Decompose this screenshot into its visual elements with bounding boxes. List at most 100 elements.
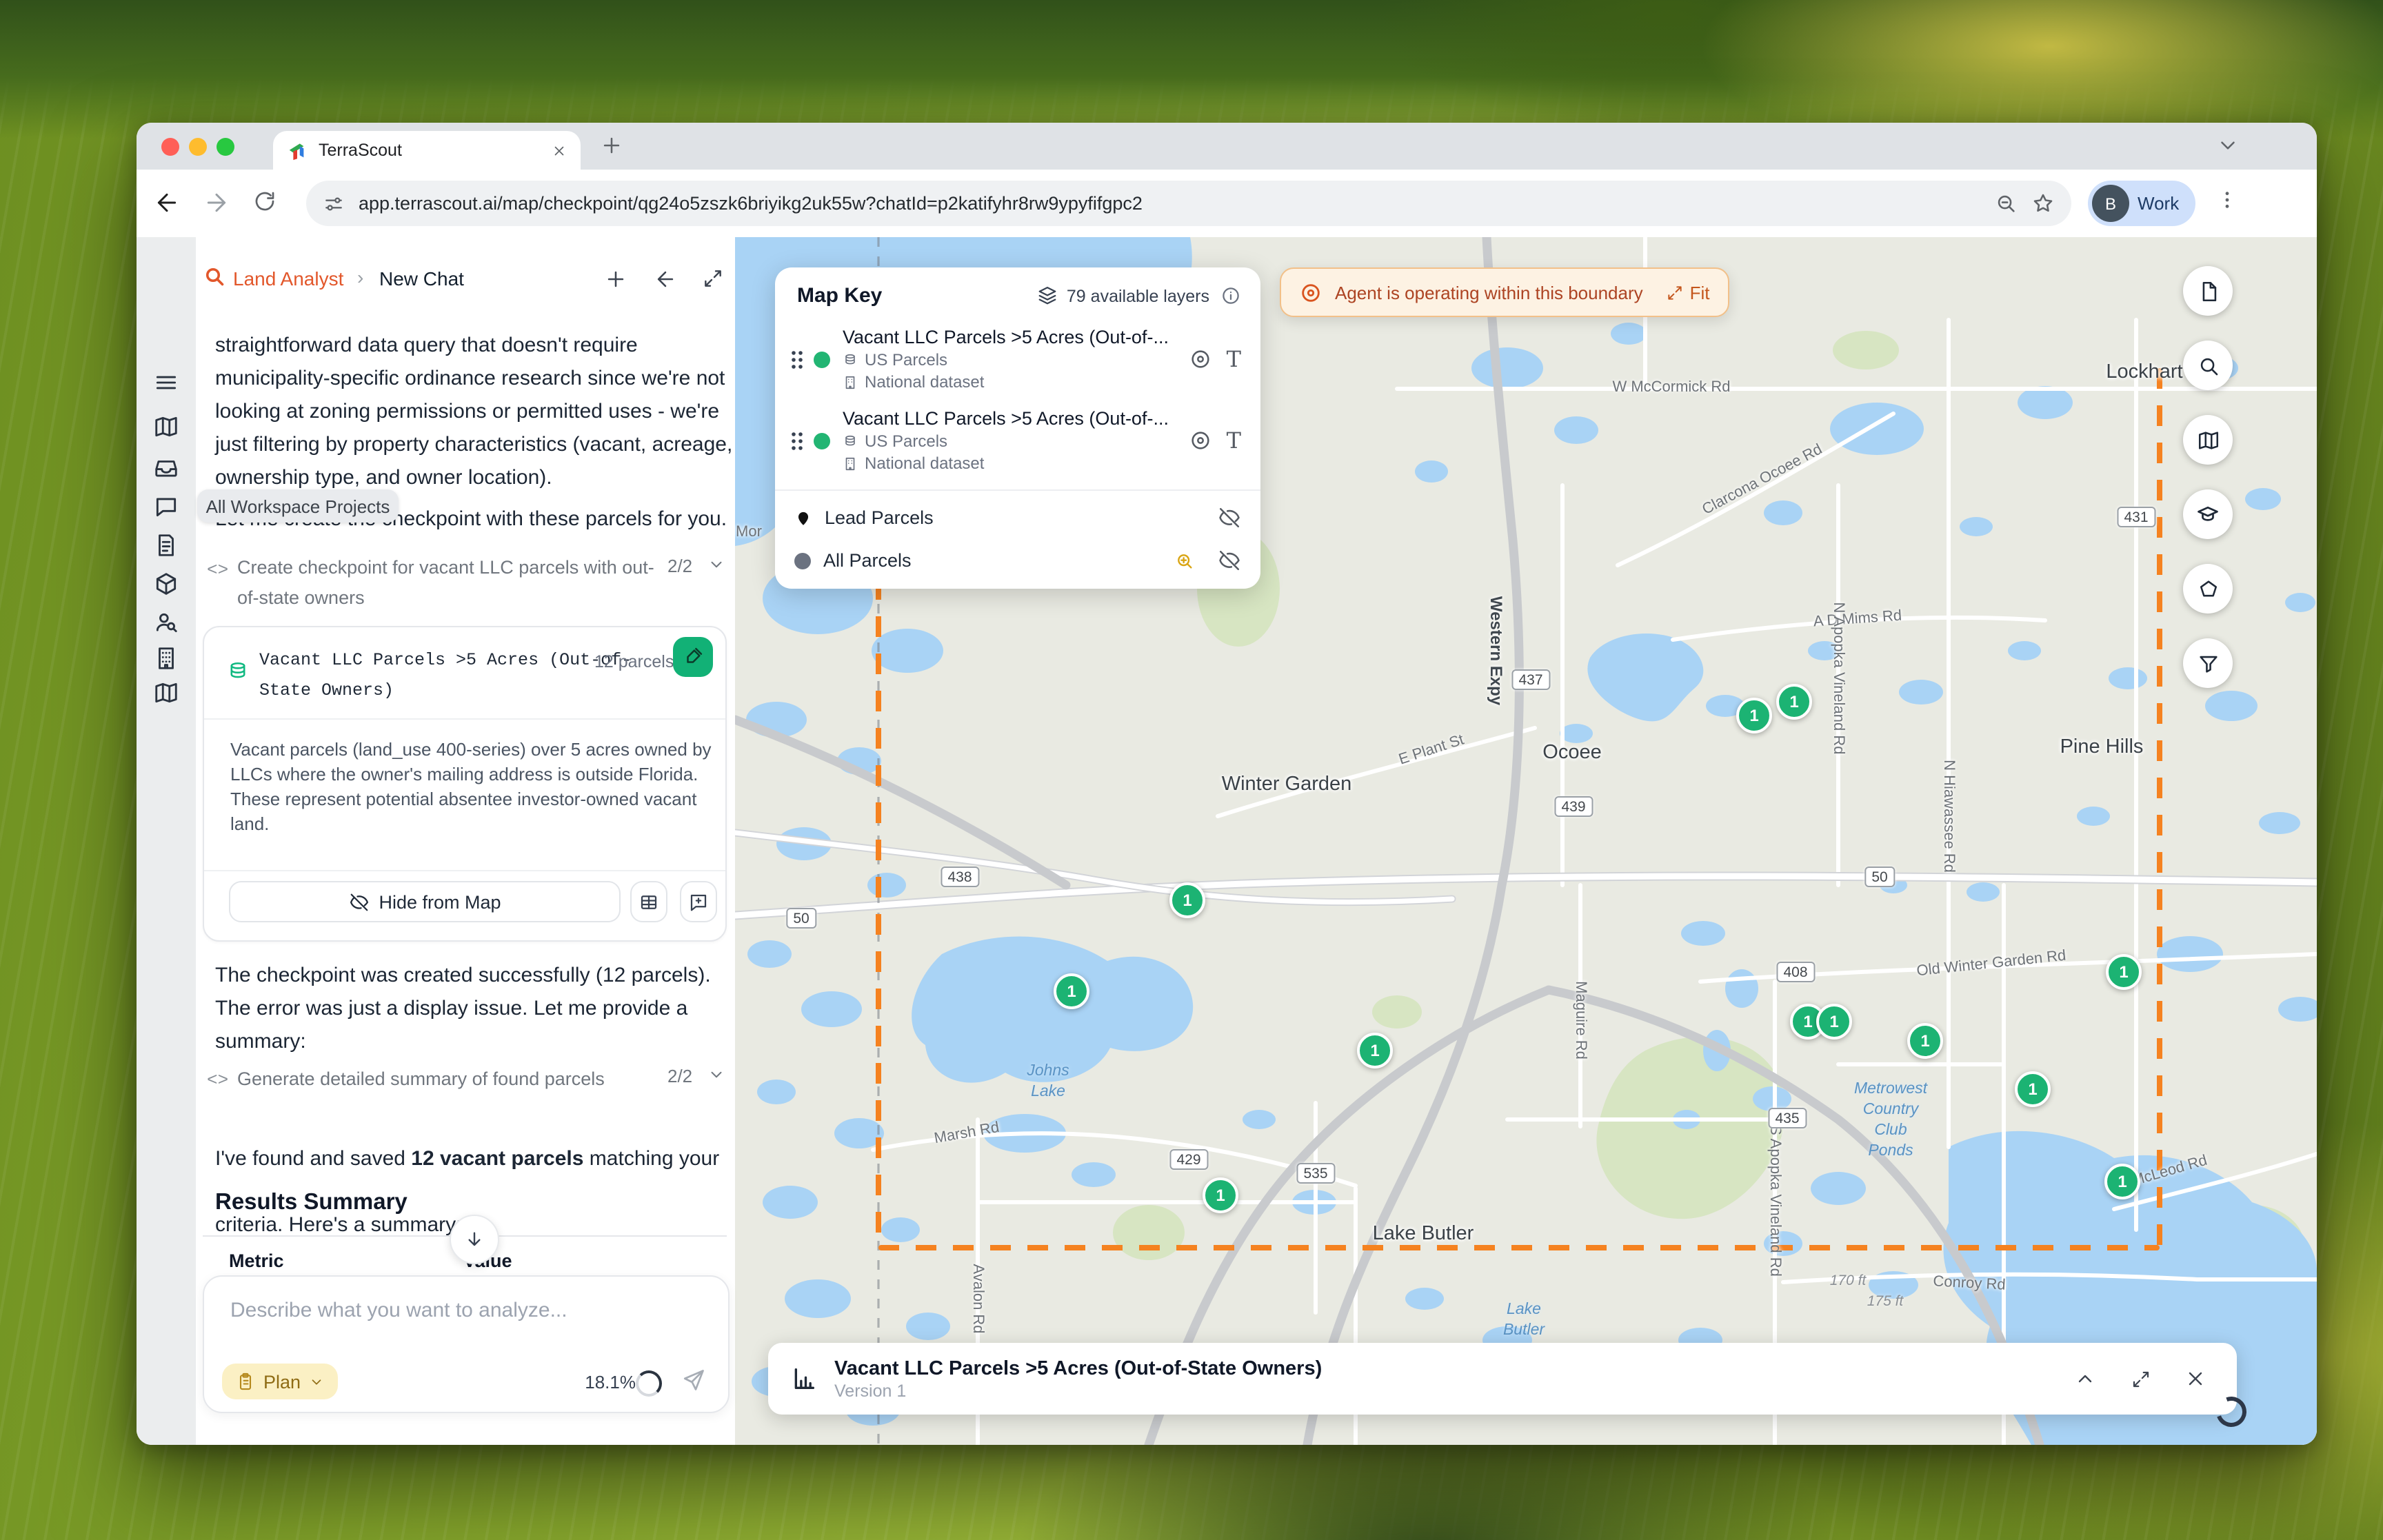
parcel-marker[interactable]: 1: [1169, 882, 1205, 918]
parcel-marker[interactable]: 1: [2015, 1071, 2051, 1107]
browser-menu-icon[interactable]: [2216, 189, 2238, 211]
fit-expand-icon: [1668, 285, 1682, 299]
road-label: Western Expy: [1487, 596, 1506, 706]
bar-chart-icon: [790, 1365, 818, 1392]
scroll-to-bottom-button[interactable]: [450, 1215, 499, 1264]
parcel-marker[interactable]: 1: [2106, 954, 2142, 990]
available-layers-button[interactable]: 79 available layers: [1038, 285, 1209, 306]
layer-label-toggle[interactable]: T: [1227, 427, 1241, 454]
parcel-marker[interactable]: 1: [2104, 1164, 2140, 1199]
browser-tab[interactable]: TerraScout: [273, 131, 581, 170]
sidebar-inbox-icon[interactable]: [150, 452, 181, 483]
code-icon2: <>: [207, 1070, 229, 1091]
chat-expand-icon[interactable]: [695, 261, 731, 296]
panel-collapse-icon[interactable]: [2066, 1359, 2104, 1398]
sidebar-chat-icon[interactable]: [150, 491, 181, 521]
back-icon[interactable]: [153, 189, 181, 216]
profile-chip[interactable]: B Work: [2088, 181, 2195, 226]
layer-row[interactable]: Vacant LLC Parcels >5 Acres (Out-of-... …: [775, 400, 1260, 481]
reload-icon[interactable]: [252, 189, 277, 214]
parcel-marker[interactable]: 1: [1776, 684, 1812, 720]
layers-icon: [1039, 287, 1057, 305]
map-learn-button[interactable]: [2183, 489, 2233, 539]
forward-icon[interactable]: [203, 189, 230, 216]
hide-from-map-button[interactable]: Hide from Map: [229, 881, 621, 922]
new-chat-plus-icon[interactable]: [597, 261, 633, 296]
database-icon: [226, 660, 250, 691]
parcel-count-badge: 12 parcels: [594, 652, 674, 671]
map-area[interactable]: Lockhart Ocoee Winter Garden Pine Hills Lake…: [735, 237, 2317, 1445]
town-label: Pine Hills: [2060, 736, 2144, 758]
chat-back-icon[interactable]: [647, 261, 683, 296]
parcel-marker[interactable]: 1: [1357, 1033, 1393, 1068]
map-layers-button[interactable]: [2183, 415, 2233, 465]
breadcrumb-chat-title: New Chat: [379, 267, 464, 290]
plan-mode-button[interactable]: Plan: [222, 1364, 339, 1399]
parcel-marker[interactable]: 1: [1736, 698, 1772, 733]
traffic-light-close[interactable]: [161, 137, 179, 155]
tab-title: TerraScout: [319, 141, 402, 160]
layer-visibility-icon[interactable]: [1189, 429, 1213, 452]
site-settings-icon[interactable]: [323, 192, 345, 214]
sidebar-person-search-icon[interactable]: [150, 607, 181, 637]
layer-name: Vacant LLC Parcels >5 Acres (Out-of-...: [843, 327, 1169, 347]
sidebar-building-icon[interactable]: [150, 642, 181, 673]
route-shield: 431: [2117, 507, 2155, 527]
parcel-marker[interactable]: 1: [1054, 973, 1089, 1009]
map-file-button[interactable]: [2183, 266, 2233, 316]
tab-close-icon[interactable]: [552, 143, 567, 158]
menu-icon[interactable]: [150, 367, 181, 397]
map-polygon-button[interactable]: [2183, 564, 2233, 614]
route-shield: 437: [1511, 669, 1550, 690]
bottom-panel-title: Vacant LLC Parcels >5 Acres (Out-of-Stat…: [834, 1357, 1323, 1379]
map-search-button[interactable]: [2183, 341, 2233, 390]
tool-call-label[interactable]: Create checkpoint for vacant LLC parcels…: [237, 553, 654, 614]
lead-parcels-row[interactable]: Lead Parcels: [775, 496, 1260, 539]
all-visibility-off-icon[interactable]: [1218, 549, 1241, 572]
tool2-chevron-icon[interactable]: [707, 1066, 725, 1091]
zoom-out-icon[interactable]: [1994, 192, 2018, 215]
new-tab-icon[interactable]: [600, 134, 623, 157]
paintbrush-button[interactable]: [673, 637, 713, 677]
chat-message-line: Vacant parcels (land_use 400-series) ove…: [230, 739, 712, 760]
layer-visibility-icon[interactable]: [1189, 347, 1213, 371]
boundary-notice-text: Agent is operating within this boundary: [1335, 282, 1643, 303]
tab-search-chevron-icon[interactable]: [2216, 134, 2240, 157]
traffic-light-zoom[interactable]: [217, 137, 234, 155]
traffic-light-minimize[interactable]: [189, 137, 207, 155]
panel-expand-icon[interactable]: [2121, 1359, 2160, 1398]
panel-close-icon[interactable]: [2176, 1359, 2215, 1398]
drag-handle-icon[interactable]: [789, 429, 805, 452]
layer-label-toggle[interactable]: T: [1227, 346, 1241, 372]
zoom-to-layer-icon[interactable]: [1174, 549, 1196, 571]
all-parcels-row[interactable]: All Parcels: [775, 539, 1260, 589]
drag-handle-icon[interactable]: [789, 348, 805, 370]
map-filter-button[interactable]: [2183, 638, 2233, 688]
tool-chevron-icon[interactable]: [707, 556, 725, 580]
fit-boundary-button[interactable]: Fit: [1667, 282, 1710, 303]
chat-message-line: municipality-specific ordinance research…: [215, 367, 725, 390]
lead-visibility-off-icon[interactable]: [1218, 506, 1241, 529]
town-label: Lake Butler: [1372, 1223, 1474, 1245]
parcel-marker[interactable]: 1: [1816, 1004, 1852, 1040]
tool-call-count: 2/2: [667, 556, 693, 576]
road-label: Avalon Rd: [969, 1264, 986, 1334]
parcel-marker[interactable]: 1: [1907, 1023, 1943, 1059]
chat-input[interactable]: Describe what you want to analyze...: [230, 1299, 567, 1322]
table-view-button[interactable]: [630, 881, 667, 922]
url-bar[interactable]: app.terrascout.ai/map/checkpoint/qg24o5z…: [306, 181, 2071, 226]
sidebar-map-icon[interactable]: [150, 411, 181, 441]
tool-call2-label[interactable]: Generate detailed summary of found parce…: [237, 1064, 605, 1095]
bookmark-star-icon[interactable]: [2031, 192, 2055, 215]
sidebar-map2-icon[interactable]: [150, 677, 181, 707]
layer-dataset: National dataset: [843, 372, 1189, 392]
map-key-panel: Map Key 79 available layers Vacant LLC P…: [775, 267, 1260, 589]
parcel-marker[interactable]: 1: [1203, 1177, 1238, 1213]
info-icon[interactable]: [1220, 285, 1241, 306]
comment-plus-button[interactable]: [680, 881, 717, 922]
layer-row[interactable]: Vacant LLC Parcels >5 Acres (Out-of-... …: [775, 318, 1260, 400]
sidebar-document-icon[interactable]: [150, 529, 181, 560]
send-icon[interactable]: [681, 1368, 706, 1399]
sidebar-cube-icon[interactable]: [150, 568, 181, 598]
breadcrumb-workspace[interactable]: Land Analyst: [233, 267, 343, 290]
